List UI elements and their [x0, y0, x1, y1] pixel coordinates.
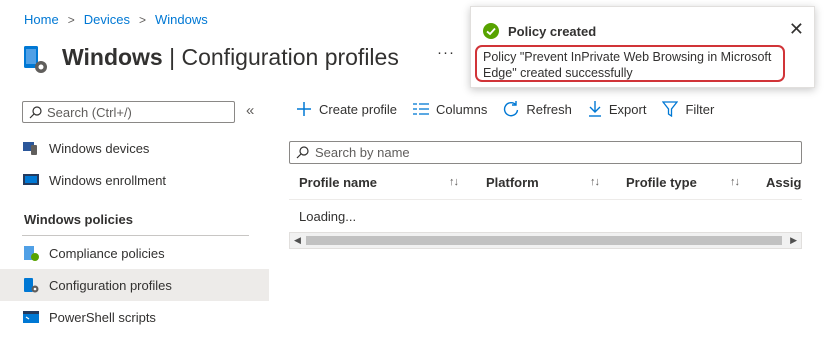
sidebar-item-label: Windows devices	[49, 140, 150, 156]
scroll-right-icon[interactable]: ▶	[790, 235, 797, 246]
sidebar-item-windows-enrollment[interactable]: Windows enrollment	[0, 164, 269, 196]
grid-search-placeholder: Search by name	[315, 145, 410, 160]
columns-icon	[413, 103, 430, 115]
breadcrumb: Home > Devices > Windows	[24, 12, 208, 27]
breadcrumb-home[interactable]: Home	[24, 12, 59, 27]
create-profile-button[interactable]: Create profile	[296, 101, 397, 117]
refresh-button[interactable]: Refresh	[503, 101, 572, 117]
compliance-icon	[23, 245, 39, 261]
device-config-icon	[22, 38, 52, 76]
column-header-profile-name[interactable]: Profile name	[299, 175, 377, 190]
sort-icon[interactable]: ↑↓	[449, 176, 459, 188]
sidebar-item-configuration-profiles[interactable]: Configuration profiles	[0, 269, 269, 301]
notification-toast: Policy created ✕ Policy "Prevent InPriva…	[470, 6, 815, 88]
breadcrumb-windows[interactable]: Windows	[155, 12, 208, 27]
column-header-platform[interactable]: Platform	[486, 175, 539, 190]
sidebar-item-windows-devices[interactable]: Windows devices	[0, 132, 269, 164]
close-icon[interactable]: ✕	[789, 19, 804, 40]
refresh-icon	[504, 101, 519, 117]
nav-divider	[22, 235, 249, 236]
grid-search-input[interactable]: Search by name	[289, 141, 802, 164]
page-title: Windows | Configuration profiles	[62, 43, 399, 70]
search-icon	[29, 105, 42, 118]
search-icon	[296, 146, 309, 159]
chevron-right-icon: >	[138, 12, 146, 27]
export-button[interactable]: Export	[588, 101, 646, 117]
filter-button[interactable]: Filter	[662, 101, 714, 117]
column-header-profile-type[interactable]: Profile type	[626, 175, 697, 190]
scroll-left-icon[interactable]: ◀	[294, 235, 301, 246]
header-divider	[289, 199, 802, 200]
windows-devices-icon	[23, 140, 39, 156]
scrollbar-thumb[interactable]	[306, 236, 782, 245]
more-options-button[interactable]: ···	[437, 44, 455, 61]
plus-icon	[297, 102, 311, 116]
success-check-icon	[483, 23, 499, 39]
toast-message: Policy "Prevent InPrivate Web Browsing i…	[475, 45, 785, 82]
sort-icon[interactable]: ↑↓	[590, 176, 600, 188]
sidebar-item-compliance-policies[interactable]: Compliance policies	[0, 237, 269, 269]
config-profile-icon	[23, 277, 39, 293]
nav-section-heading: Windows policies	[24, 212, 133, 227]
sidebar-item-label: Windows enrollment	[49, 172, 167, 188]
filter-icon	[662, 101, 679, 117]
horizontal-scrollbar[interactable]: ◀ ▶	[289, 232, 802, 249]
powershell-icon	[23, 309, 39, 325]
sort-icon[interactable]: ↑↓	[730, 176, 740, 188]
columns-button[interactable]: Columns	[413, 102, 487, 117]
nav-search-input[interactable]: Search (Ctrl+/)	[22, 101, 235, 123]
windows-enrollment-icon	[23, 172, 39, 188]
collapse-nav-button[interactable]: «	[246, 102, 254, 119]
column-header-assigned[interactable]: Assign	[766, 175, 802, 190]
download-icon	[588, 101, 601, 117]
toast-header: Policy created	[483, 23, 596, 39]
loading-status: Loading...	[299, 209, 357, 224]
sidebar-item-label: PowerShell scripts	[49, 309, 156, 325]
toast-title: Policy created	[508, 23, 597, 39]
sidebar-item-powershell-scripts[interactable]: PowerShell scripts	[0, 301, 269, 333]
page-header: Windows | Configuration profiles	[22, 38, 399, 76]
sidebar-item-label: Configuration profiles	[49, 277, 172, 293]
nav-search-placeholder: Search (Ctrl+/)	[47, 104, 132, 120]
toolbar: Create profile Columns Refresh Export Fi…	[296, 101, 730, 117]
chevron-right-icon: >	[67, 12, 75, 27]
sidebar-item-label: Compliance policies	[49, 245, 165, 261]
breadcrumb-devices[interactable]: Devices	[84, 12, 130, 27]
